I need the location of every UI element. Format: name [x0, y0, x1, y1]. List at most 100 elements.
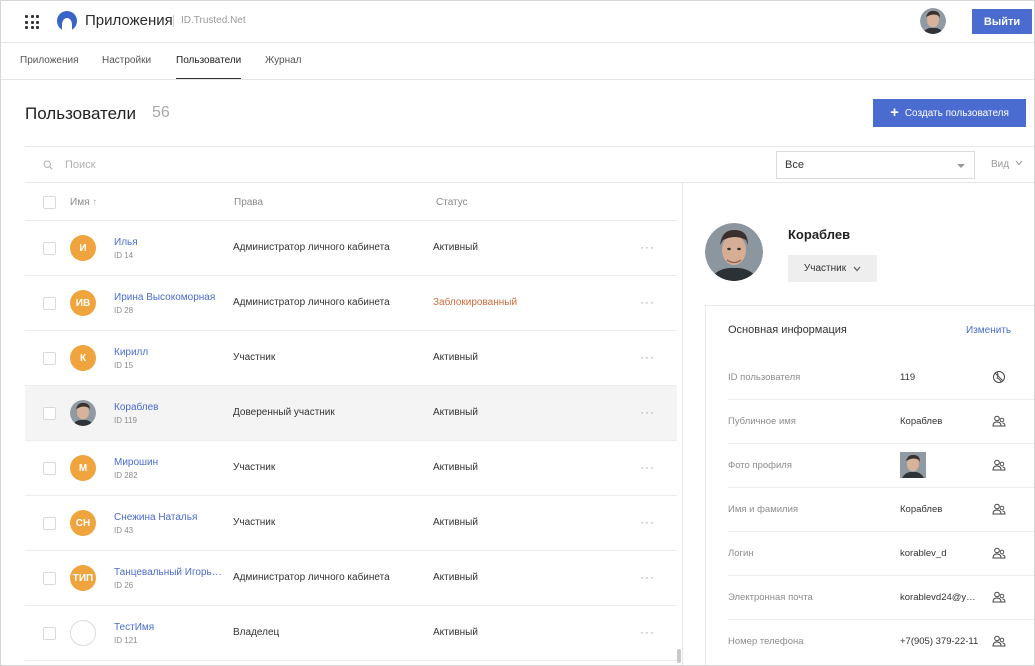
info-row-full-name: Имя и фамилия Кораблев — [728, 488, 1034, 532]
panel-divider — [682, 183, 683, 665]
row-checkbox[interactable] — [43, 627, 56, 640]
users-icon[interactable] — [992, 634, 1006, 648]
plus-icon: + — [890, 104, 899, 121]
section-title: Основная информация — [728, 324, 847, 336]
field-label: Имя и фамилия — [728, 504, 799, 515]
row-checkbox[interactable] — [43, 407, 56, 420]
app-title[interactable]: Приложения — [85, 12, 173, 29]
user-id: ID 282 — [114, 471, 138, 480]
more-actions-icon[interactable]: ··· — [640, 625, 655, 639]
row-checkbox[interactable] — [43, 297, 56, 310]
more-actions-icon[interactable]: ··· — [640, 460, 655, 474]
avatar: М — [70, 455, 96, 481]
more-actions-icon[interactable]: ··· — [640, 515, 655, 529]
user-avatar[interactable] — [920, 8, 946, 34]
user-id: ID 14 — [114, 251, 134, 260]
select-all-checkbox[interactable] — [43, 196, 56, 209]
row-checkbox[interactable] — [43, 242, 56, 255]
row-checkbox[interactable] — [43, 572, 56, 585]
globe-icon[interactable] — [992, 370, 1006, 384]
more-actions-icon[interactable]: ··· — [640, 350, 655, 364]
info-row-user-id: ID пользователя 119 — [728, 356, 1034, 400]
chevron-down-icon[interactable] — [1015, 160, 1023, 166]
app-logo — [57, 11, 77, 31]
search-filter-row: Все Вид — [25, 146, 1034, 183]
user-status: Активный — [433, 407, 478, 418]
users-icon[interactable] — [992, 502, 1006, 516]
user-id: ID 121 — [114, 636, 138, 645]
more-actions-icon[interactable]: ··· — [640, 240, 655, 254]
table-scrollbar[interactable] — [677, 649, 681, 663]
more-actions-icon[interactable]: ··· — [640, 570, 655, 584]
user-rights: Участник — [233, 517, 276, 528]
users-icon[interactable] — [992, 458, 1006, 472]
tab-bar: Приложения Настройки Пользователи Журнал — [1, 43, 1034, 80]
table-row[interactable]: ТИП Танцевальный Игорь Петрович ID 26 Ад… — [25, 551, 677, 606]
create-user-button[interactable]: + Создать пользователя — [873, 99, 1026, 127]
search-input[interactable] — [65, 156, 365, 174]
row-checkbox[interactable] — [43, 352, 56, 365]
user-rights: Участник — [233, 352, 276, 363]
row-checkbox[interactable] — [43, 517, 56, 530]
user-name-link[interactable]: Илья — [114, 237, 138, 248]
table-row[interactable]: К Кирилл ID 15 Участник Активный ··· — [25, 331, 677, 386]
users-icon[interactable] — [992, 590, 1006, 604]
column-name[interactable]: Имя ↑ — [70, 197, 97, 208]
apps-grid-icon[interactable] — [25, 15, 39, 29]
tab-applications[interactable]: Приложения — [20, 55, 79, 79]
logout-button[interactable]: Выйти — [972, 9, 1032, 34]
status-filter-select[interactable]: Все — [776, 151, 975, 179]
user-rights: Администратор личного кабинета — [233, 242, 390, 253]
user-name-link[interactable]: Танцевальный Игорь Петрович — [114, 567, 222, 578]
tab-settings[interactable]: Настройки — [102, 55, 151, 79]
row-checkbox[interactable] — [43, 462, 56, 475]
edit-link[interactable]: Изменить — [966, 325, 1011, 336]
table-row[interactable]: СН Снежина Наталья ID 43 Участник Активн… — [25, 496, 677, 551]
table-header: Имя ↑ Права Статус — [25, 183, 677, 221]
view-toggle[interactable]: Вид — [991, 159, 1009, 170]
user-status: Активный — [433, 352, 478, 363]
user-status: Заблокированный — [433, 297, 518, 308]
user-status: Активный — [433, 627, 478, 638]
table-row[interactable]: И Илья ID 14 Администратор личного кабин… — [25, 221, 677, 276]
user-rights: Владелец — [233, 627, 280, 638]
user-id: ID 15 — [114, 361, 134, 370]
user-id: ID 28 — [114, 306, 134, 315]
table-row-selected[interactable]: Кораблев ID 119 Доверенный участник Акти… — [25, 386, 677, 441]
page-title: Пользователи — [25, 104, 136, 123]
role-select[interactable]: Участник — [788, 255, 877, 282]
field-value: +7(905) 379-22-11 — [900, 636, 979, 647]
user-name-link[interactable]: Кирилл — [114, 347, 148, 358]
field-label: Номер телефона — [728, 636, 804, 647]
user-name-link[interactable]: ТестИмя — [114, 622, 154, 633]
avatar: ТИП — [70, 565, 96, 591]
table-row[interactable]: М Мирошин ID 282 Участник Активный ··· — [25, 441, 677, 496]
user-id: ID 43 — [114, 526, 134, 535]
users-icon[interactable] — [992, 414, 1006, 428]
more-actions-icon[interactable]: ··· — [640, 405, 655, 419]
field-label: Публичное имя — [728, 416, 796, 427]
table-row[interactable]: ТестИмя ID 121 Владелец Активный ··· — [25, 606, 677, 661]
info-row-public-name: Публичное имя Кораблев — [728, 400, 1034, 444]
caret-down-icon — [957, 164, 965, 168]
search-icon — [43, 160, 53, 170]
chevron-down-icon — [853, 266, 861, 271]
user-name-link[interactable]: Кораблев — [114, 402, 159, 413]
more-actions-icon[interactable]: ··· — [640, 295, 655, 309]
user-status: Активный — [433, 572, 478, 583]
tab-journal[interactable]: Журнал — [265, 55, 302, 79]
field-value: Кораблев — [900, 504, 943, 515]
table-row[interactable]: ИВ Ирина Высокоморная ID 28 Администрато… — [25, 276, 677, 331]
field-value: 119 — [900, 372, 916, 383]
user-rights: Администратор личного кабинета — [233, 572, 390, 583]
role-value: Участник — [803, 263, 847, 274]
user-rights: Администратор личного кабинета — [233, 297, 390, 308]
user-rights: Доверенный участник — [233, 407, 335, 418]
user-name-link[interactable]: Ирина Высокоморная — [114, 292, 215, 303]
user-name-link[interactable]: Мирошин — [114, 457, 158, 468]
field-label: Логин — [728, 548, 754, 559]
users-icon[interactable] — [992, 546, 1006, 560]
user-name-link[interactable]: Снежина Наталья — [114, 512, 197, 523]
top-bar: Приложения ID.Trusted.Net Выйти — [1, 1, 1034, 43]
tab-users[interactable]: Пользователи — [176, 55, 242, 79]
